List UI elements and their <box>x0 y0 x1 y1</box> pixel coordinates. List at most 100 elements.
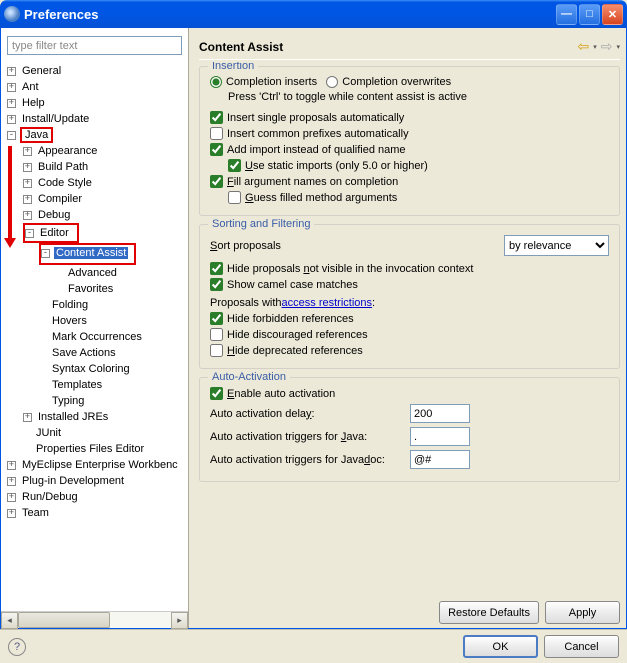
checkbox-label: Hide forbidden references <box>227 313 354 325</box>
add-import-checkbox[interactable] <box>210 143 223 156</box>
collapse-icon[interactable]: - <box>25 229 34 238</box>
camel-case-checkbox[interactable] <box>210 278 223 291</box>
scroll-thumb[interactable] <box>18 612 110 628</box>
filter-input[interactable] <box>7 36 182 55</box>
tree-item-general[interactable]: General <box>20 65 63 77</box>
group-legend: Insertion <box>208 62 258 72</box>
tree-item-help[interactable]: Help <box>20 97 47 109</box>
tree-item-codestyle[interactable]: Code Style <box>36 177 94 189</box>
sort-proposals-select[interactable]: by relevance <box>504 235 609 256</box>
tree-item-debug[interactable]: Debug <box>36 209 72 221</box>
fill-args-checkbox[interactable] <box>210 175 223 188</box>
tree-item-markocc[interactable]: Mark Occurrences <box>50 331 144 343</box>
scroll-right-icon[interactable]: ▸ <box>171 612 188 629</box>
insertion-group: Insertion Completion inserts Completion … <box>199 66 620 216</box>
tree-item-team[interactable]: Team <box>20 507 51 519</box>
tree-item-myeclipse[interactable]: MyEclipse Enterprise Workbenc <box>20 459 180 471</box>
expand-icon[interactable]: + <box>7 509 16 518</box>
tree-item-install[interactable]: Install/Update <box>20 113 91 125</box>
hide-deprecated-checkbox[interactable] <box>210 344 223 357</box>
tree-item-favorites[interactable]: Favorites <box>66 283 115 295</box>
static-imports-checkbox[interactable] <box>228 159 241 172</box>
expand-icon[interactable]: + <box>7 83 16 92</box>
enable-autoactivation-checkbox[interactable] <box>210 387 223 400</box>
checkbox-label: Hide deprecated references <box>227 345 363 357</box>
expand-icon[interactable]: + <box>7 493 16 502</box>
tree-item-propfiles[interactable]: Properties Files Editor <box>34 443 146 455</box>
tree-item-editor[interactable]: Editor <box>38 227 71 239</box>
tree-item-installedjres[interactable]: Installed JREs <box>36 411 110 423</box>
expand-icon[interactable]: + <box>7 477 16 486</box>
hide-invocation-checkbox[interactable] <box>210 262 223 275</box>
proposals-suffix: : <box>372 297 375 309</box>
hint-text: Press 'Ctrl' to toggle while content ass… <box>228 91 467 103</box>
maximize-button[interactable]: □ <box>579 4 600 25</box>
javadoc-triggers-input[interactable] <box>410 450 470 469</box>
checkbox-label: Hide discouraged references <box>227 329 368 341</box>
checkbox-label: Add import instead of qualified name <box>227 144 406 156</box>
forward-menu-icon[interactable]: ▾ <box>616 43 620 51</box>
restore-defaults-button[interactable]: Restore Defaults <box>439 601 539 624</box>
close-button[interactable]: ✕ <box>602 4 623 25</box>
tree-item-syntax[interactable]: Syntax Coloring <box>50 363 132 375</box>
tree-item-ant[interactable]: Ant <box>20 81 41 93</box>
java-triggers-input[interactable] <box>410 427 470 446</box>
delay-label: Auto activation delay: <box>210 408 410 420</box>
delay-input[interactable] <box>410 404 470 423</box>
access-restrictions-link[interactable]: access restrictions <box>282 297 372 309</box>
tree-item-java[interactable]: Java <box>23 129 50 141</box>
tree-item-rundebug[interactable]: Run/Debug <box>20 491 80 503</box>
autoactivation-group: Auto-Activation Enable auto activation A… <box>199 377 620 482</box>
guess-args-checkbox[interactable] <box>228 191 241 204</box>
back-menu-icon[interactable]: ▾ <box>593 43 597 51</box>
checkbox-label: Guess filled method arguments <box>245 192 397 204</box>
ok-button[interactable]: OK <box>463 635 538 658</box>
tree-item-templates[interactable]: Templates <box>50 379 104 391</box>
tree-item-saveactions[interactable]: Save Actions <box>50 347 118 359</box>
java-triggers-label: Auto activation triggers for Java: <box>210 431 410 443</box>
apply-button[interactable]: Apply <box>545 601 620 624</box>
preferences-tree[interactable]: +General +Ant +Help +Install/Update -Jav… <box>1 61 188 611</box>
insert-single-checkbox[interactable] <box>210 111 223 124</box>
expand-icon[interactable]: + <box>23 179 32 188</box>
hide-forbidden-checkbox[interactable] <box>210 312 223 325</box>
minimize-button[interactable]: — <box>556 4 577 25</box>
tree-item-folding[interactable]: Folding <box>50 299 90 311</box>
tree-item-buildpath[interactable]: Build Path <box>36 161 90 173</box>
tree-item-advanced[interactable]: Advanced <box>66 267 119 279</box>
expand-icon[interactable]: + <box>7 461 16 470</box>
titlebar: Preferences — □ ✕ <box>0 0 627 28</box>
proposals-text: Proposals with <box>210 297 282 309</box>
checkbox-label: Insert single proposals automatically <box>227 112 404 124</box>
tree-item-junit[interactable]: JUnit <box>34 427 63 439</box>
scroll-left-icon[interactable]: ◂ <box>1 612 18 629</box>
expand-icon[interactable]: + <box>23 147 32 156</box>
tree-item-plugin[interactable]: Plug-in Development <box>20 475 126 487</box>
expand-icon[interactable]: + <box>7 115 16 124</box>
completion-inserts-radio[interactable] <box>210 76 222 88</box>
page-title: Content Assist <box>199 40 576 54</box>
expand-icon[interactable]: + <box>23 163 32 172</box>
hide-discouraged-checkbox[interactable] <box>210 328 223 341</box>
tree-item-typing[interactable]: Typing <box>50 395 86 407</box>
expand-icon[interactable]: + <box>7 67 16 76</box>
cancel-button[interactable]: Cancel <box>544 635 619 658</box>
collapse-icon[interactable]: - <box>7 131 16 140</box>
completion-overwrites-radio[interactable] <box>326 76 338 88</box>
sorting-group: Sorting and Filtering Sort proposals by … <box>199 224 620 369</box>
tree-panel: +General +Ant +Help +Install/Update -Jav… <box>1 28 189 628</box>
tree-item-contentassist[interactable]: Content Assist <box>54 247 128 259</box>
help-icon[interactable]: ? <box>8 638 26 656</box>
expand-icon[interactable]: + <box>7 99 16 108</box>
expand-icon[interactable]: + <box>23 195 32 204</box>
expand-icon[interactable]: + <box>23 413 32 422</box>
expand-icon[interactable]: + <box>23 211 32 220</box>
insert-prefix-checkbox[interactable] <box>210 127 223 140</box>
tree-item-appearance[interactable]: Appearance <box>36 145 99 157</box>
sort-label: Sort proposals <box>210 240 504 252</box>
tree-item-hovers[interactable]: Hovers <box>50 315 89 327</box>
back-icon[interactable]: ⇦ <box>576 38 592 55</box>
horizontal-scrollbar[interactable]: ◂ ▸ <box>1 611 188 628</box>
tree-item-compiler[interactable]: Compiler <box>36 193 84 205</box>
collapse-icon[interactable]: - <box>41 249 50 258</box>
